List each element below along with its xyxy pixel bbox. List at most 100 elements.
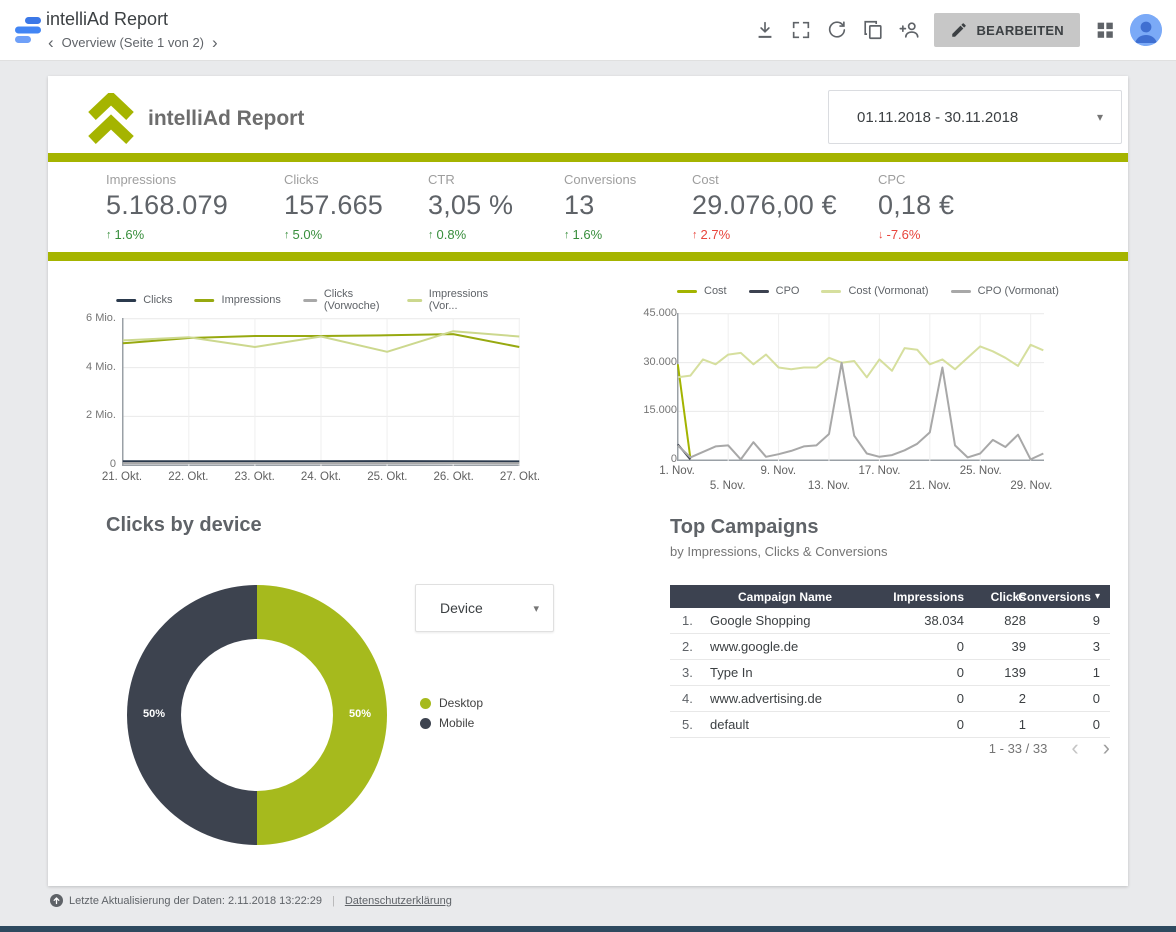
chevron-down-icon: ▾: [1097, 110, 1121, 124]
kpi-impressions: Impressions 5.168.079 ↑1.6%: [106, 172, 284, 242]
edit-button[interactable]: BEARBEITEN: [934, 13, 1080, 47]
x-tick-label: 5. Nov.: [710, 480, 746, 492]
pagination-count: 1 - 33 / 33: [989, 741, 1048, 756]
x-tick-label: 23. Okt.: [235, 471, 275, 483]
campaigns-title: Top Campaigns: [670, 516, 819, 539]
trend-up-icon: ↑: [106, 229, 112, 241]
page-next-icon[interactable]: ›: [1103, 738, 1110, 758]
device-filter-label: Device: [416, 600, 533, 616]
x-tick-label: 21. Okt.: [102, 471, 142, 483]
donut-slice-label: 50%: [143, 708, 165, 720]
prev-page-icon[interactable]: ‹: [48, 36, 54, 49]
edit-button-label: BEARBEITEN: [976, 23, 1064, 38]
apps-grid-icon[interactable]: [1094, 19, 1116, 41]
kpi-delta: 0.8%: [437, 227, 467, 242]
kpi-value: 3,05 %: [428, 190, 564, 221]
kpi-clicks: Clicks 157.665 ↑5.0%: [284, 172, 428, 242]
trend-up-icon: ↑: [428, 229, 434, 241]
campaigns-table: Campaign Name Impressions Clicks Convers…: [670, 585, 1110, 738]
col-conversions[interactable]: Conversions▾: [1026, 590, 1110, 604]
kpi-delta: 2.7%: [701, 227, 731, 242]
datastudio-logo-icon[interactable]: [13, 15, 43, 50]
kpi-value: 0,18 €: [878, 190, 1116, 221]
y-tick-label: 4 Mio.: [70, 361, 116, 373]
topbar: intelliAd Report ‹ Overview (Seite 1 von…: [0, 0, 1176, 61]
kpi-conversions: Conversions 13 ↑1.6%: [564, 172, 692, 242]
copy-icon[interactable]: [862, 19, 884, 41]
breadcrumb: ‹ Overview (Seite 1 von 2) ›: [48, 35, 218, 50]
intelliad-logo-icon: [88, 93, 134, 150]
x-tick-label: 25. Okt.: [367, 471, 407, 483]
kpi-label: Impressions: [106, 172, 284, 187]
x-tick-label: 25. Nov.: [960, 465, 1002, 477]
next-page-icon[interactable]: ›: [212, 36, 218, 49]
breadcrumb-label: Overview (Seite 1 von 2): [62, 35, 204, 50]
chevron-down-icon: ▾: [533, 602, 553, 615]
x-tick-label: 9. Nov.: [760, 465, 796, 477]
data-freshness-icon: [50, 894, 63, 907]
col-campaign-name[interactable]: Campaign Name: [710, 590, 860, 604]
accent-divider-top: [48, 153, 1128, 162]
fullscreen-icon[interactable]: [790, 19, 812, 41]
y-tick-label: 2 Mio.: [70, 409, 116, 421]
refresh-icon[interactable]: [826, 19, 848, 41]
y-tick-label: 0: [70, 458, 116, 470]
campaigns-subtitle: by Impressions, Clicks & Conversions: [670, 544, 887, 559]
date-range-value: 01.11.2018 - 30.11.2018: [829, 109, 1097, 126]
y-axis-labels: 45.00030.00015.0000: [631, 306, 683, 452]
download-icon[interactable]: [754, 19, 776, 41]
donut-hole: [181, 639, 333, 791]
kpi-label: Cost: [692, 172, 878, 187]
sort-desc-icon: ▾: [1095, 591, 1100, 602]
x-tick-label: 24. Okt.: [301, 471, 341, 483]
table-row: 3.Type In01391: [670, 660, 1110, 686]
report-window-title: intelliAd Report: [46, 9, 168, 30]
x-tick-label: 22. Okt.: [168, 471, 208, 483]
privacy-link[interactable]: Datenschutzerklärung: [345, 895, 452, 907]
kpi-value: 29.076,00 €: [692, 190, 878, 221]
user-avatar[interactable]: [1130, 14, 1162, 46]
kpi-delta: 1.6%: [573, 227, 603, 242]
device-section-title: Clicks by device: [106, 514, 262, 537]
y-axis-labels: 6 Mio.4 Mio.2 Mio.0: [70, 311, 122, 457]
legend-item: Impressions: [195, 294, 281, 306]
col-impressions[interactable]: Impressions: [860, 590, 964, 604]
kpi-value: 157.665: [284, 190, 428, 221]
legend-item: Clicks (Vorwoche): [303, 288, 386, 312]
trend-up-icon: ↑: [692, 229, 698, 241]
accent-divider-bottom: [48, 252, 1128, 261]
kpi-cpc: CPC 0,18 € ↓-7.6%: [878, 172, 1116, 242]
x-tick-label: 29. Nov.: [1010, 480, 1052, 492]
device-donut-chart: 50% 50%: [127, 585, 387, 845]
kpi-label: Clicks: [284, 172, 428, 187]
device-filter-dropdown[interactable]: Device ▾: [415, 584, 554, 632]
x-tick-label: 1. Nov.: [659, 465, 695, 477]
kpi-delta: 1.6%: [115, 227, 145, 242]
table-row: 5.default010: [670, 712, 1110, 738]
kpi-ctr: CTR 3,05 % ↑0.8%: [428, 172, 564, 242]
legend-item-desktop: Desktop: [420, 696, 483, 710]
topbar-actions: BEARBEITEN: [754, 0, 1162, 60]
pencil-icon: [950, 21, 968, 39]
legend-item: Impressions (Vor...: [407, 288, 493, 312]
x-tick-label: 13. Nov.: [808, 480, 850, 492]
page: intelliAd Report ‹ Overview (Seite 1 von…: [0, 0, 1176, 932]
kpi-row: Impressions 5.168.079 ↑1.6% Clicks 157.6…: [106, 172, 1116, 242]
x-tick-label: 26. Okt.: [434, 471, 474, 483]
footer-separator: |: [332, 895, 335, 907]
y-tick-label: 30.000: [631, 356, 677, 368]
col-clicks[interactable]: Clicks: [964, 590, 1026, 604]
device-legend: Desktop Mobile: [420, 696, 483, 730]
x-axis-labels: 21. Okt.22. Okt.23. Okt.24. Okt.25. Okt.…: [122, 471, 520, 487]
legend-item: CPO: [749, 285, 800, 297]
y-tick-label: 45.000: [631, 307, 677, 319]
date-range-selector[interactable]: 01.11.2018 - 30.11.2018 ▾: [828, 90, 1122, 144]
chart-legend: Clicks Impressions Clicks (Vorwoche) Imp…: [116, 288, 494, 312]
clicks-impressions-chart: Clicks Impressions Clicks (Vorwoche) Imp…: [70, 284, 540, 489]
legend-item-mobile: Mobile: [420, 716, 483, 730]
x-tick-label: 21. Nov.: [909, 480, 951, 492]
report-title: intelliAd Report: [148, 107, 304, 131]
share-add-person-icon[interactable]: [898, 19, 920, 41]
page-prev-icon[interactable]: ‹: [1071, 738, 1078, 758]
table-header: Campaign Name Impressions Clicks Convers…: [670, 585, 1110, 608]
